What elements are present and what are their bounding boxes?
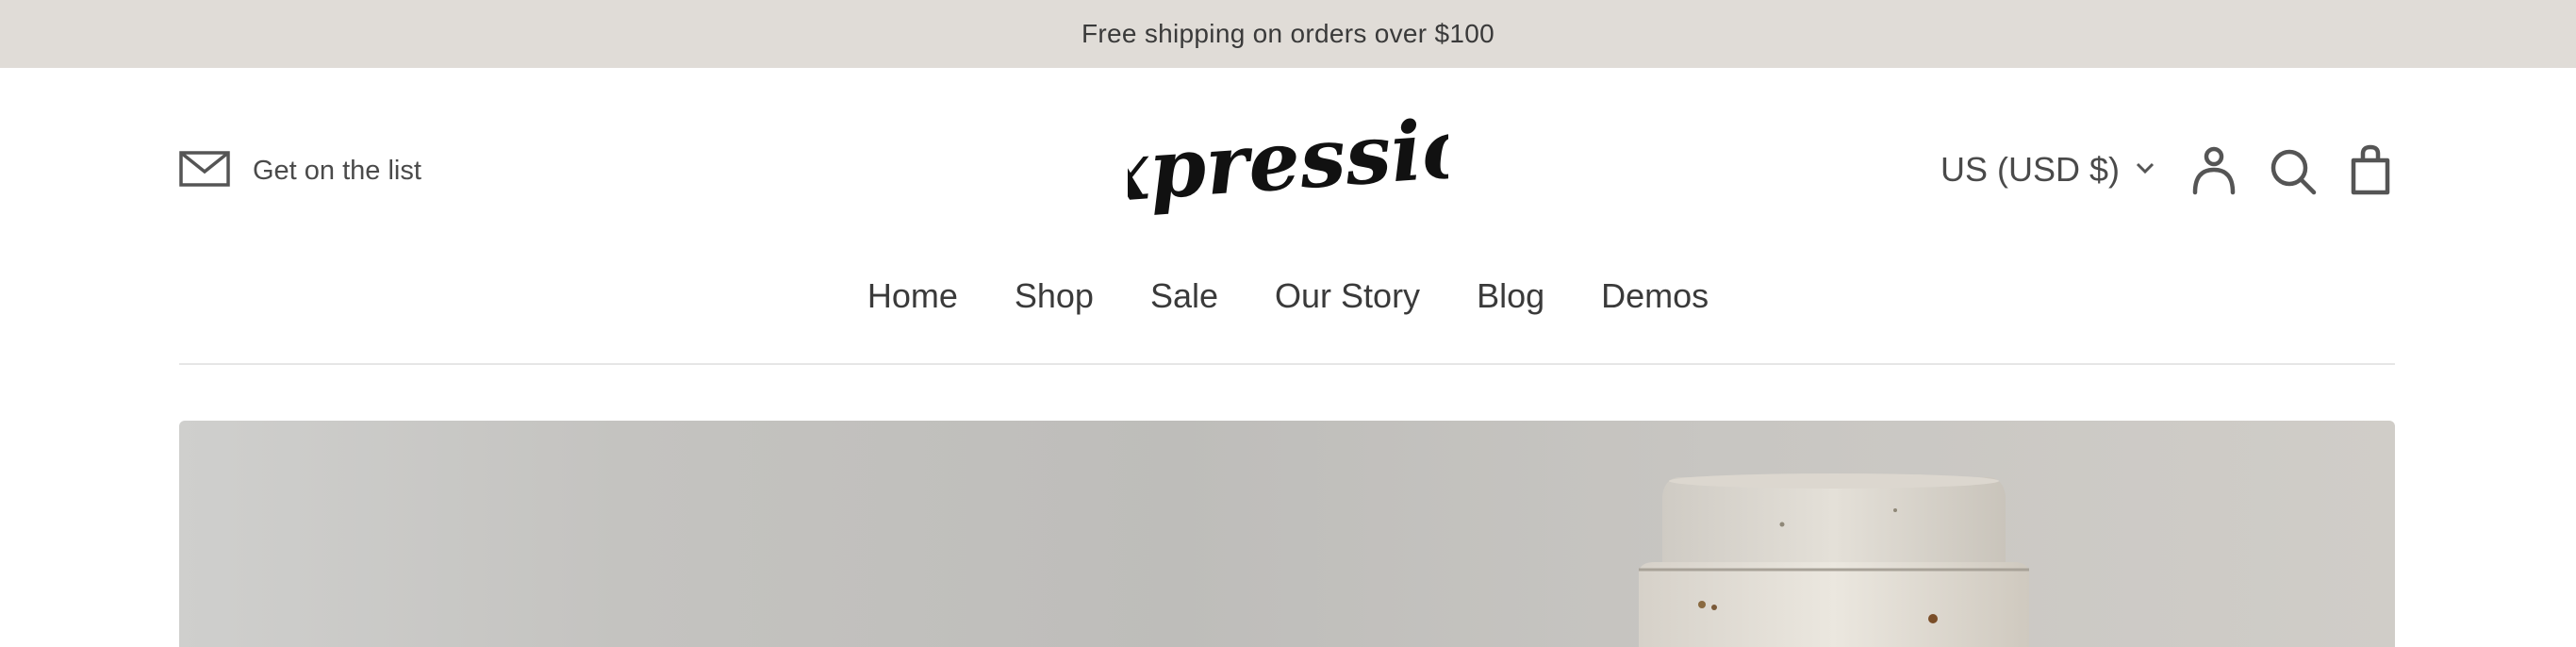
cart-icon <box>2344 144 2397 200</box>
cart-button[interactable] <box>2344 143 2397 196</box>
chevron-down-icon <box>2120 161 2155 179</box>
header-divider <box>179 363 2395 365</box>
nav-item-shop[interactable]: Shop <box>1015 276 1094 316</box>
account-icon <box>2188 146 2240 200</box>
hero-product-photo <box>1639 473 2029 647</box>
logo-text: Expression <box>1128 111 1448 224</box>
announcement-bar: Free shipping on orders over $100 <box>0 0 2576 68</box>
search-button[interactable] <box>2267 143 2320 196</box>
nav-item-sale[interactable]: Sale <box>1150 276 1218 316</box>
announcement-text: Free shipping on orders over $100 <box>1082 19 1494 48</box>
currency-selector[interactable]: US (USD $) <box>1940 147 2155 192</box>
mail-icon <box>179 150 253 191</box>
account-button[interactable] <box>2188 143 2240 196</box>
logo-wordmark: Expression <box>1033 96 1538 226</box>
nav-item-our-story[interactable]: Our Story <box>1275 276 1420 316</box>
newsletter-signup-link[interactable]: Get on the list <box>179 150 421 191</box>
nav-item-blog[interactable]: Blog <box>1477 276 1544 316</box>
nav-item-demos[interactable]: Demos <box>1601 276 1709 316</box>
currency-label: US (USD $) <box>1940 150 2121 189</box>
store-logo[interactable]: Expression <box>1033 96 1538 226</box>
main-navigation: Home Shop Sale Our Story Blog Demos <box>0 272 2576 321</box>
search-icon <box>2267 149 2320 200</box>
newsletter-signup-label: Get on the list <box>253 155 421 186</box>
nav-item-home[interactable]: Home <box>867 276 958 316</box>
hero-image <box>179 421 2395 647</box>
